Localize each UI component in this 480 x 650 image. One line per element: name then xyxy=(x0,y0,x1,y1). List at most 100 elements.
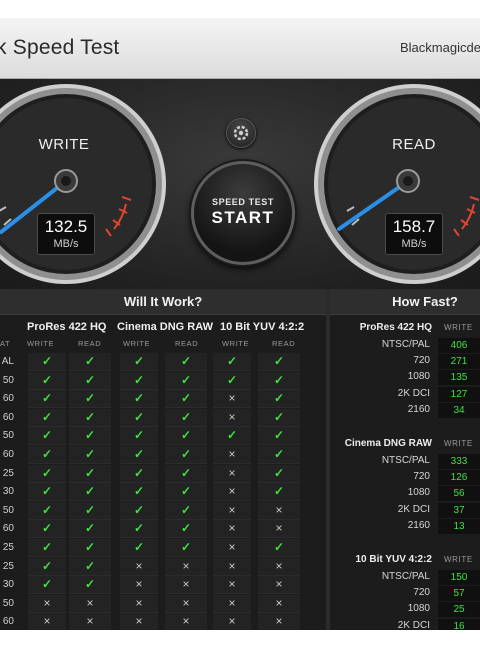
sub-header-read: READ xyxy=(175,339,199,348)
codec-header-yuv: 10 Bit YUV 4:2:2 xyxy=(220,321,305,333)
grid-cell: ✓ xyxy=(28,557,66,576)
grid-cell: ✓ xyxy=(28,390,66,409)
grid-cell: ✓ xyxy=(28,501,66,520)
fps-value: 126 xyxy=(438,470,480,486)
check-icon: ✓ xyxy=(133,447,145,461)
grid-cell: × xyxy=(258,594,300,613)
cross-icon: × xyxy=(135,577,143,592)
grid-cell: ✓ xyxy=(69,353,111,371)
cross-icon: × xyxy=(43,614,51,629)
grid-cell: × xyxy=(28,594,66,613)
resolution-label: 2K DCI xyxy=(397,619,430,630)
check-icon: ✓ xyxy=(84,502,96,517)
check-icon: ✓ xyxy=(226,428,238,443)
sub-header-write: WRITE xyxy=(222,339,250,348)
grid-cell: ✓ xyxy=(69,557,111,576)
format-col-header: AT xyxy=(0,339,11,348)
grid-cell: ✓ xyxy=(28,520,66,539)
write-gauge-label: WRITE xyxy=(39,136,90,153)
check-icon: ✓ xyxy=(180,521,192,536)
grid-cell: ✓ xyxy=(69,520,111,539)
grid-cell: ✓ xyxy=(28,427,66,446)
grid-cell: × xyxy=(213,520,251,539)
check-icon: ✓ xyxy=(133,409,145,424)
grid-cell: ✓ xyxy=(69,371,111,390)
read-speed-unit: MB/s xyxy=(401,238,427,250)
codec-group-label: 10 Bit YUV 4:2:2 xyxy=(355,554,432,565)
cross-icon: × xyxy=(228,465,236,480)
grid-cell: ✓ xyxy=(258,539,300,557)
grid-cell: × xyxy=(258,501,300,520)
read-gauge: READ xyxy=(314,84,480,284)
write-speed-value: 132.5 xyxy=(44,217,88,236)
format-label: 30 xyxy=(2,486,14,498)
will-it-work-header: Will It Work? xyxy=(0,290,326,315)
resolution-label: NTSC/PAL xyxy=(381,571,430,582)
resolution-label: NTSC/PAL xyxy=(381,455,430,466)
grid-cell: ✓ xyxy=(28,446,66,464)
grid-cell: × xyxy=(213,446,251,464)
check-icon: ✓ xyxy=(84,391,96,406)
grid-cell: ✓ xyxy=(213,353,251,371)
fps-value: 13 xyxy=(438,518,480,534)
grid-cell: ✓ xyxy=(120,390,158,409)
how-fast-title: How Fast? xyxy=(392,294,458,309)
grid-cell: ✓ xyxy=(165,427,207,446)
check-icon: ✓ xyxy=(273,409,285,424)
codec-header-cinema-dng: Cinema DNG RAW xyxy=(117,321,213,333)
check-icon: ✓ xyxy=(84,447,96,461)
title-bar: k Speed Test Blackmagicdes xyxy=(0,18,480,79)
grid-cell: ✓ xyxy=(258,371,300,390)
grid-cell: ✓ xyxy=(120,371,158,390)
grid-cell: × xyxy=(165,576,207,595)
check-icon: ✓ xyxy=(273,372,285,387)
format-label: 25 xyxy=(2,467,14,479)
format-label: 60 xyxy=(2,393,14,405)
fps-value: 333 xyxy=(438,454,480,469)
cross-icon: × xyxy=(275,577,283,592)
grid-cell: ✓ xyxy=(258,427,300,446)
format-label: 50 xyxy=(2,504,14,516)
codec-group-label: Cinema DNG RAW xyxy=(344,438,432,449)
format-label: 60 xyxy=(2,411,14,423)
grid-cell: ✓ xyxy=(69,446,111,464)
check-icon: ✓ xyxy=(133,484,145,499)
grid-cell: × xyxy=(120,613,158,630)
check-icon: ✓ xyxy=(180,502,192,517)
grid-cell: ✓ xyxy=(165,408,207,427)
fps-value: 271 xyxy=(438,354,480,370)
resolution-label: 1080 xyxy=(407,371,430,383)
grid-cell: × xyxy=(213,390,251,409)
grid-cell: ✓ xyxy=(213,371,251,390)
grid-cell: ✓ xyxy=(165,353,207,371)
check-icon: ✓ xyxy=(84,558,96,573)
check-icon: ✓ xyxy=(273,447,285,461)
format-label: 30 xyxy=(2,579,14,591)
grid-cell: ✓ xyxy=(120,408,158,427)
write-value-box: 132.5 MB/s xyxy=(37,213,95,255)
sub-header-write: WRITE xyxy=(27,339,55,348)
cross-icon: × xyxy=(182,558,190,573)
resolution-label: 720 xyxy=(413,471,430,483)
check-icon: ✓ xyxy=(133,372,145,387)
format-label: 25 xyxy=(2,542,14,553)
grid-cell: ✓ xyxy=(28,371,66,390)
check-icon: ✓ xyxy=(84,465,96,480)
cross-icon: × xyxy=(182,577,190,592)
grid-cell: ✓ xyxy=(28,576,66,595)
check-icon: ✓ xyxy=(133,354,145,368)
cross-icon: × xyxy=(275,521,283,536)
grid-cell: ✓ xyxy=(69,408,111,427)
check-icon: ✓ xyxy=(41,540,53,554)
grid-cell: × xyxy=(213,557,251,576)
cross-icon: × xyxy=(135,614,143,629)
cross-icon: × xyxy=(228,447,236,461)
grid-cell: ✓ xyxy=(258,464,300,483)
cross-icon: × xyxy=(228,502,236,517)
speed-test-start-button[interactable]: SPEED TEST START xyxy=(191,161,295,265)
grid-cell: ✓ xyxy=(258,446,300,464)
settings-button[interactable] xyxy=(226,118,256,148)
fps-value: 56 xyxy=(438,486,480,502)
grid-cell: × xyxy=(213,594,251,613)
grid-cell: ✓ xyxy=(120,353,158,371)
